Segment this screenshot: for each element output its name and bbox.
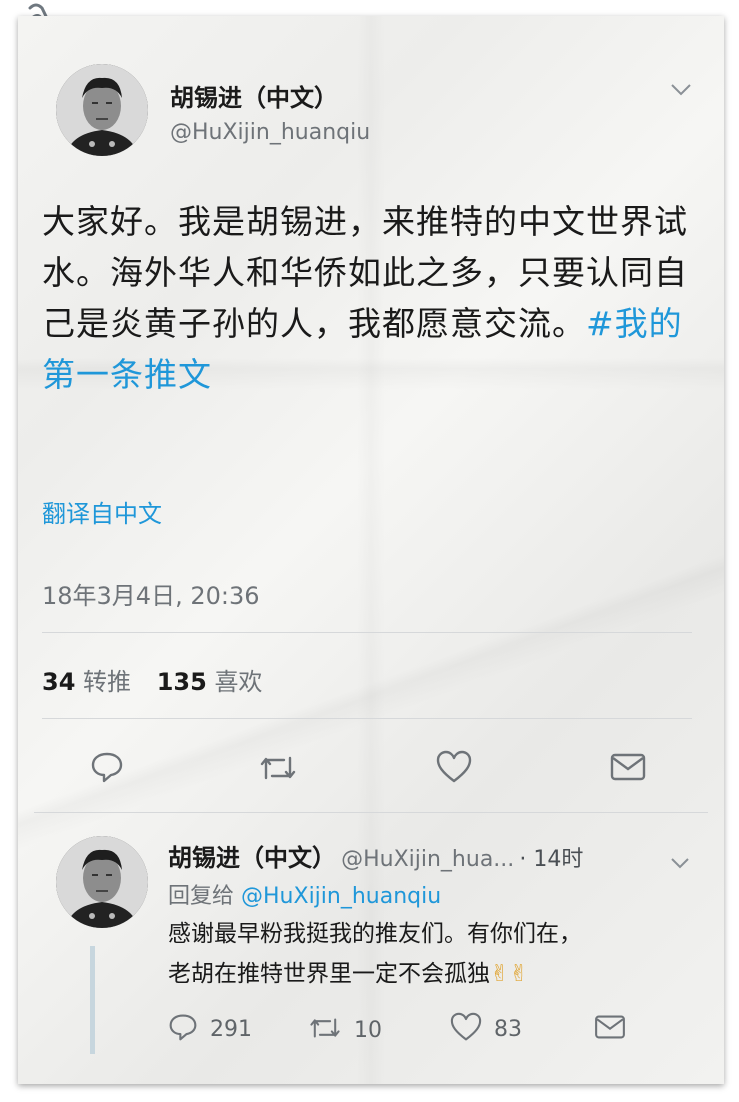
likes-count[interactable]: 135 — [157, 668, 207, 696]
display-name[interactable]: 胡锡进（中文） — [170, 78, 338, 113]
reply-icon — [168, 1012, 198, 1046]
share-icon[interactable] — [610, 752, 646, 786]
share-icon[interactable] — [594, 1014, 626, 1044]
retweet-count: 10 — [354, 1017, 382, 1043]
reply-handle[interactable]: @HuXijin_hua... — [341, 847, 514, 872]
stats-row: 34 转推 135 喜欢 — [42, 662, 262, 697]
reply-header: 胡锡进（中文） @HuXijin_hua... · 14时 — [168, 838, 583, 873]
retweet-icon — [308, 1014, 342, 1046]
reply-to-line: 回复给 @HuXijin_huanqiu — [168, 878, 441, 910]
reply-display-name[interactable]: 胡锡进（中文） — [168, 844, 336, 872]
tweet-text: 大家好。我是胡锡进，来推特的中文世界试水。海外华人和华侨如此之多，只要认同自己是… — [42, 196, 702, 400]
translate-link[interactable]: 翻译自中文 — [42, 494, 162, 529]
like-icon[interactable] — [436, 750, 472, 788]
divider — [42, 718, 692, 719]
reply-icon[interactable] — [90, 750, 124, 788]
reply-to-handle[interactable]: @HuXijin_huanqiu — [241, 884, 441, 909]
thread-line — [90, 946, 95, 1054]
user-handle[interactable]: @HuXijin_huanqiu — [170, 120, 370, 145]
divider — [34, 812, 708, 813]
retweets-label[interactable]: 转推 — [83, 668, 131, 696]
chevron-down-icon[interactable] — [670, 850, 690, 874]
reply-avatar[interactable] — [56, 836, 148, 928]
divider — [42, 632, 692, 633]
avatar[interactable] — [56, 64, 148, 156]
timestamp[interactable]: 18年3月4日, 20:36 — [42, 576, 260, 611]
reply-text-line2-wrap: 老胡在推特世界里一定不会孤独✌✌ — [168, 954, 708, 994]
reply-text-line2: 老胡在推特世界里一定不会孤独 — [168, 961, 490, 987]
reply-text: 感谢最早粉我挺我的推友们。有你们在， 老胡在推特世界里一定不会孤独✌✌ — [168, 914, 708, 994]
reply-action-retweet[interactable]: 10 — [308, 1014, 382, 1046]
chevron-down-icon[interactable] — [670, 78, 692, 102]
reply-action-reply[interactable]: 291 — [168, 1012, 252, 1046]
retweets-count[interactable]: 34 — [42, 668, 75, 696]
reply-count: 291 — [210, 1016, 252, 1042]
reply-to-prefix: 回复给 — [168, 884, 235, 909]
reply-action-like[interactable]: 83 — [450, 1012, 522, 1046]
retweet-icon[interactable] — [258, 752, 298, 788]
tweet-card: 胡锡进（中文） @HuXijin_huanqiu 大家好。我是胡锡进，来推特的中… — [18, 16, 724, 1084]
reply-time[interactable]: · 14时 — [519, 847, 583, 872]
like-count: 83 — [494, 1016, 522, 1042]
victory-emoji: ✌✌ — [490, 961, 529, 987]
likes-label[interactable]: 喜欢 — [214, 668, 262, 696]
reply-text-line1: 感谢最早粉我挺我的推友们。有你们在， — [168, 921, 582, 947]
like-icon — [450, 1012, 482, 1046]
